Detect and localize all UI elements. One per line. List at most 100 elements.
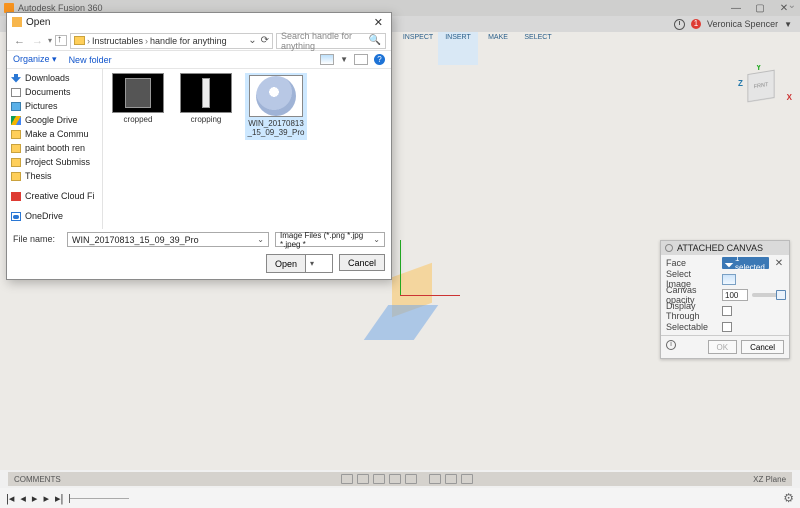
- view-mode-details-icon[interactable]: [354, 54, 368, 65]
- tree-label: paint booth ren: [25, 143, 85, 153]
- select-image-button[interactable]: [722, 274, 736, 285]
- dialog-help-icon[interactable]: ?: [374, 54, 385, 65]
- dialog-close-button[interactable]: ✕: [371, 16, 386, 29]
- ribbon-select[interactable]: SELECT: [518, 32, 558, 65]
- ribbon-overflow-icon[interactable]: ⌄: [788, 0, 796, 11]
- filetype-dropdown-icon[interactable]: ⌄: [373, 235, 380, 244]
- nav-history-caret-icon[interactable]: ▾: [48, 36, 52, 45]
- file-thumb[interactable]: cropped: [109, 73, 167, 125]
- organize-menu[interactable]: Organize ▾: [13, 54, 57, 65]
- timeline-next-button[interactable]: ▸: [43, 492, 49, 505]
- selectable-checkbox[interactable]: [722, 322, 732, 332]
- user-menu-caret-icon[interactable]: ▼: [784, 20, 792, 29]
- tree-folder[interactable]: Make a Commu: [7, 127, 102, 141]
- tree-onedrive[interactable]: OneDrive: [7, 209, 102, 223]
- comments-label: COMMENTS: [14, 475, 61, 484]
- timeline-track[interactable]: [69, 498, 129, 499]
- nav-zoom-icon[interactable]: [389, 474, 401, 484]
- timeline-start-button[interactable]: |◂: [6, 492, 14, 505]
- filename-dropdown-icon[interactable]: ⌄: [257, 235, 264, 244]
- timeline-play-button[interactable]: ▸: [32, 492, 38, 505]
- timeline-prev-button[interactable]: ◂: [20, 492, 26, 505]
- onedrive-icon: [11, 212, 21, 221]
- dialog-actions: Open ▾ Cancel: [7, 250, 391, 279]
- timeline-settings-icon[interactable]: ⚙: [783, 491, 794, 505]
- folder-icon: [11, 158, 21, 167]
- display-through-checkbox[interactable]: [722, 306, 732, 316]
- viewcube[interactable]: FRNT Z Y X: [746, 71, 784, 109]
- tree-downloads[interactable]: Downloads: [7, 71, 102, 85]
- nav-fit-icon[interactable]: [405, 474, 417, 484]
- filename-value: WIN_20170813_15_09_39_Pro: [72, 235, 199, 245]
- file-thumb[interactable]: cropping: [177, 73, 235, 125]
- active-plane-label: XZ Plane: [753, 475, 786, 484]
- dialog-cancel-button[interactable]: Cancel: [339, 254, 385, 271]
- ribbon-insert[interactable]: INSERT: [438, 32, 478, 65]
- nav-orbit-icon[interactable]: [341, 474, 353, 484]
- tree-label: Downloads: [25, 73, 70, 83]
- file-thumb-selected[interactable]: WIN_20170813_15_09_39_Pro: [245, 73, 307, 140]
- search-input[interactable]: Search handle for anything 🔍: [276, 33, 386, 49]
- ribbon-inspect[interactable]: INSPECT: [398, 32, 438, 65]
- viewcube-face[interactable]: FRNT: [747, 70, 774, 103]
- display-viewports-icon[interactable]: [461, 474, 473, 484]
- ribbon-make[interactable]: MAKE: [478, 32, 518, 65]
- tree-label: Make a Commu: [25, 129, 89, 139]
- tree-folder[interactable]: paint booth ren: [7, 141, 102, 155]
- tree-documents[interactable]: Documents: [7, 85, 102, 99]
- breadcrumb-root-icon[interactable]: [74, 36, 85, 45]
- panel-pin-icon[interactable]: [665, 244, 673, 252]
- info-icon[interactable]: i: [666, 340, 676, 350]
- file-list[interactable]: cropped cropping WIN_20170813_15_09_39_P…: [103, 69, 391, 229]
- folder-tree[interactable]: Downloads Documents Pictures Google Driv…: [7, 69, 103, 229]
- tree-folder[interactable]: Project Submiss: [7, 155, 102, 169]
- breadcrumb-sep-icon: ›: [87, 36, 90, 46]
- breadcrumb-seg-1[interactable]: Instructables: [92, 36, 143, 46]
- window-maximize-button[interactable]: ▢: [748, 1, 772, 15]
- panel-cancel-button[interactable]: Cancel: [741, 340, 784, 354]
- refresh-button[interactable]: ⟳: [261, 35, 269, 46]
- comments-bar[interactable]: COMMENTS XZ Plane: [8, 472, 792, 486]
- dialog-nav: ← → ▾ › Instructables › handle for anyth…: [7, 31, 391, 51]
- breadcrumb[interactable]: › Instructables › handle for anything ⌄ …: [70, 33, 273, 49]
- nav-forward-button[interactable]: →: [30, 35, 45, 47]
- nav-up-button[interactable]: [55, 35, 67, 46]
- panel-header[interactable]: ATTACHED CANVAS: [661, 241, 789, 255]
- ribbon-insert-label: INSERT: [445, 34, 471, 41]
- nav-back-button[interactable]: ←: [12, 35, 27, 47]
- opacity-input[interactable]: 100: [722, 289, 748, 301]
- face-selection-chip[interactable]: 1 selected: [722, 257, 769, 269]
- dialog-filename-row: File name: WIN_20170813_15_09_39_Pro ⌄ I…: [7, 229, 391, 250]
- view-mode-caret-icon[interactable]: ▼: [340, 55, 348, 64]
- tree-pictures[interactable]: Pictures: [7, 99, 102, 113]
- job-status-icon[interactable]: [674, 19, 685, 30]
- panel-ok-button[interactable]: OK: [708, 340, 738, 354]
- open-button[interactable]: Open: [267, 255, 306, 272]
- clear-selection-button[interactable]: ✕: [773, 258, 785, 269]
- window-minimize-button[interactable]: —: [724, 1, 748, 15]
- display-multi-icon[interactable]: [445, 474, 457, 484]
- dialog-titlebar[interactable]: Open ✕: [7, 13, 391, 31]
- tree-creative-cloud[interactable]: Creative Cloud Fi: [7, 189, 102, 203]
- pictures-icon: [11, 102, 21, 111]
- tree-folder[interactable]: Thesis: [7, 169, 102, 183]
- breadcrumb-dropdown-icon[interactable]: ⌄: [248, 35, 256, 46]
- breadcrumb-seg-2[interactable]: handle for anything: [150, 36, 227, 46]
- view-mode-picture-icon[interactable]: [320, 54, 334, 65]
- nav-look-icon[interactable]: [357, 474, 369, 484]
- display-grid-icon[interactable]: [429, 474, 441, 484]
- opacity-slider[interactable]: [752, 293, 784, 297]
- open-button-split[interactable]: Open ▾: [266, 254, 333, 273]
- new-folder-button[interactable]: New folder: [69, 55, 112, 65]
- filetype-select[interactable]: Image Files (*.png *.jpg *.jpeg * ⌄: [275, 232, 385, 247]
- notification-badge[interactable]: 1: [691, 19, 701, 29]
- search-icon[interactable]: 🔍: [369, 35, 381, 46]
- timeline-end-button[interactable]: ▸|: [55, 492, 63, 505]
- tree-label: Pictures: [25, 101, 58, 111]
- user-name[interactable]: Veronica Spencer: [707, 19, 778, 29]
- nav-pan-icon[interactable]: [373, 474, 385, 484]
- tree-google-drive[interactable]: Google Drive: [7, 113, 102, 127]
- filename-input[interactable]: WIN_20170813_15_09_39_Pro ⌄: [67, 232, 269, 247]
- open-dropdown-icon[interactable]: ▾: [306, 255, 318, 272]
- filetype-value: Image Files (*.png *.jpg *.jpeg *: [280, 231, 373, 249]
